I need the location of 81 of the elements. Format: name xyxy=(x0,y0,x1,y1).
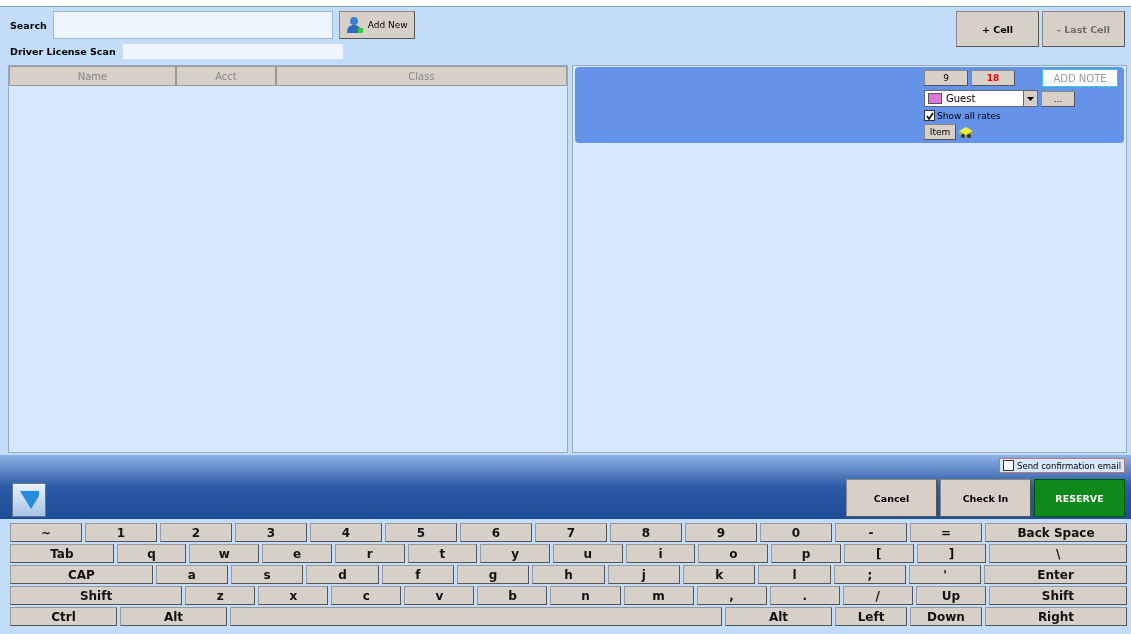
keyboard-key[interactable]: j xyxy=(607,565,680,584)
keyboard-key[interactable]: 6 xyxy=(460,523,532,542)
keyboard-key[interactable]: Left xyxy=(835,607,907,626)
keyboard-key[interactable]: b xyxy=(477,586,548,605)
keyboard-key[interactable]: [ xyxy=(843,544,914,563)
keyboard-key[interactable]: c xyxy=(331,586,402,605)
keyboard-key[interactable]: o xyxy=(698,544,769,563)
collapse-button[interactable] xyxy=(12,483,46,517)
keyboard-key[interactable]: Enter xyxy=(984,565,1127,584)
space-bar[interactable] xyxy=(230,607,722,626)
keyboard-key[interactable]: r xyxy=(334,544,405,563)
keyboard-key[interactable]: Right xyxy=(985,607,1127,626)
keyboard-key[interactable]: Back Space xyxy=(985,523,1127,542)
keyboard-key[interactable]: 1 xyxy=(85,523,157,542)
keyboard-key[interactable]: , xyxy=(696,586,767,605)
person-add-icon xyxy=(345,16,364,34)
keyboard-key[interactable]: Shift xyxy=(988,586,1127,605)
keyboard-key[interactable]: i xyxy=(625,544,696,563)
keyboard-key[interactable]: m xyxy=(623,586,694,605)
keyboard-key[interactable]: Ctrl xyxy=(10,607,117,626)
keyboard-key[interactable]: 5 xyxy=(385,523,457,542)
keyboard-key[interactable]: u xyxy=(553,544,623,563)
keyboard-key[interactable]: w xyxy=(189,544,260,563)
keyboard-key[interactable]: / xyxy=(842,586,913,605)
keyboard-key[interactable]: t xyxy=(407,544,478,563)
item-button[interactable]: Item xyxy=(924,124,956,140)
keyboard-key[interactable]: 7 xyxy=(535,523,607,542)
keyboard-key[interactable]: = xyxy=(910,523,982,542)
keyboard-key[interactable]: Down xyxy=(910,607,982,626)
keyboard-key[interactable]: . xyxy=(769,586,840,605)
keyboard-key[interactable]: 4 xyxy=(310,523,382,542)
search-label: Search xyxy=(10,19,47,31)
driver-license-scan-label: Driver License Scan xyxy=(10,46,116,57)
rate-type-dropdown[interactable]: Guest xyxy=(924,90,1038,107)
keyboard-key[interactable]: \ xyxy=(989,544,1127,563)
keyboard-key[interactable]: h xyxy=(532,565,605,584)
stacked-items-icon xyxy=(958,125,974,139)
keyboard-key[interactable]: Alt xyxy=(120,607,227,626)
keyboard-key[interactable]: Up xyxy=(915,586,986,605)
keyboard-key[interactable]: k xyxy=(682,565,756,584)
driver-license-scan-field[interactable] xyxy=(121,43,344,60)
keyboard-key[interactable]: ; xyxy=(833,565,906,584)
keyboard-key[interactable]: ] xyxy=(916,544,987,563)
add-new-button[interactable]: Add New xyxy=(338,11,415,39)
search-field[interactable] xyxy=(52,11,333,39)
keyboard-key[interactable]: 0 xyxy=(760,523,832,542)
checkmark-icon xyxy=(925,111,934,120)
down-triangle-icon xyxy=(19,490,39,510)
keyboard-key[interactable]: - xyxy=(835,523,907,542)
action-button[interactable]: Check In xyxy=(940,479,1031,517)
keyboard-key[interactable]: d xyxy=(306,565,379,584)
keyboard-key[interactable]: CAP xyxy=(10,565,153,584)
add-cell-button[interactable]: + Cell xyxy=(956,11,1039,47)
keyboard-key[interactable]: v xyxy=(404,586,475,605)
keyboard-key[interactable]: e xyxy=(262,544,332,563)
keyboard-key[interactable]: ' xyxy=(908,565,982,584)
keyboard-key[interactable]: l xyxy=(758,565,831,584)
keyboard-key[interactable]: q xyxy=(116,544,187,563)
keyboard-key[interactable]: ~ xyxy=(10,523,82,542)
keyboard-key[interactable]: Tab xyxy=(10,544,114,563)
keyboard-key[interactable]: y xyxy=(480,544,550,563)
send-confirmation-email-checkbox[interactable]: Send confirmation email xyxy=(999,458,1125,473)
show-all-rates-checkbox[interactable]: Show all rates xyxy=(924,110,1118,121)
count-button[interactable]: 9 xyxy=(924,70,968,86)
keyboard-key[interactable]: n xyxy=(550,586,621,605)
keyboard-key[interactable]: 2 xyxy=(160,523,232,542)
reserve-button[interactable]: RESERVE xyxy=(1034,479,1125,517)
keyboard-key[interactable]: z xyxy=(185,586,256,605)
keyboard-key[interactable]: Shift xyxy=(10,586,183,605)
keyboard-key[interactable]: 9 xyxy=(685,523,757,542)
keyboard-key[interactable]: 3 xyxy=(235,523,307,542)
keyboard-key[interactable]: 8 xyxy=(610,523,682,542)
keyboard-key[interactable]: Alt xyxy=(725,607,832,626)
keyboard-key[interactable]: s xyxy=(231,565,304,584)
action-button[interactable]: Cancel xyxy=(846,479,937,517)
keyboard-key[interactable]: a xyxy=(155,565,228,584)
keyboard-key[interactable]: g xyxy=(457,565,530,584)
more-button[interactable]: ... xyxy=(1041,90,1075,107)
keyboard-key[interactable]: x xyxy=(258,586,329,605)
keyboard-key[interactable]: f xyxy=(381,565,454,584)
keyboard-key[interactable]: p xyxy=(771,544,841,563)
